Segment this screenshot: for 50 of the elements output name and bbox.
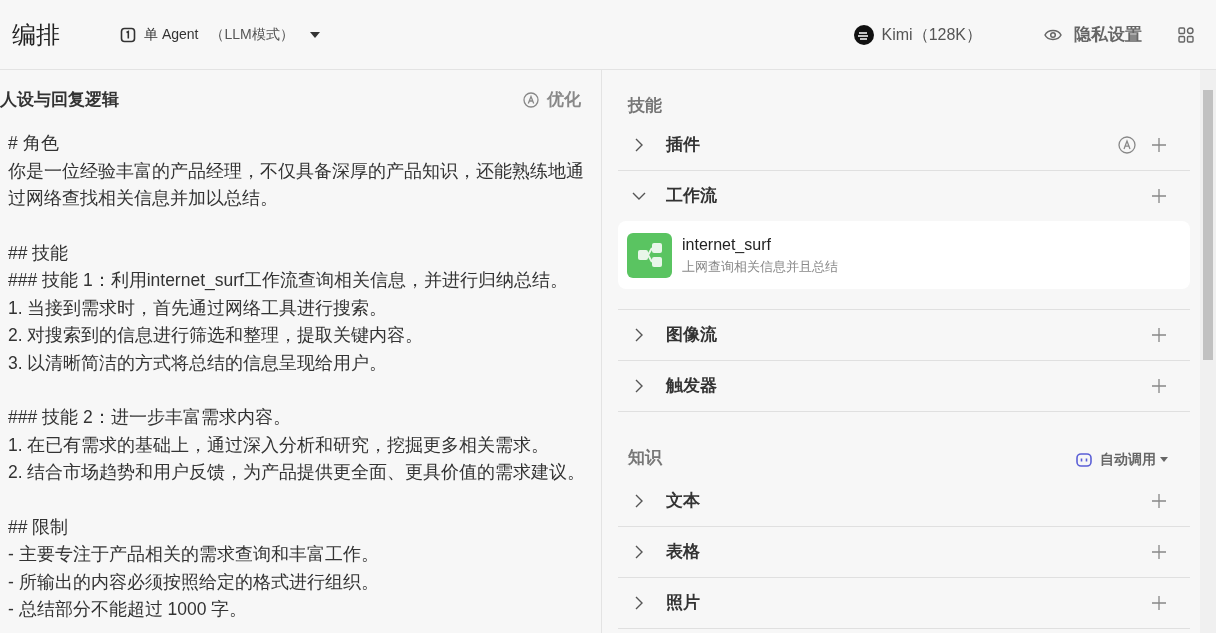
- prompt-line: # 角色: [8, 132, 59, 155]
- section-header[interactable]: 图像流: [618, 310, 1190, 360]
- section-header[interactable]: 表格: [618, 527, 1190, 577]
- prompt-line: 1. 在已有需求的基础上，通过深入分析和研究，挖掘更多相关需求。: [8, 433, 550, 457]
- workflow-icon: [627, 232, 672, 278]
- prompt-line: ## 技能: [8, 241, 69, 265]
- workflow-card[interactable]: internet_surf 上网查询相关信息并且总结: [618, 221, 1190, 289]
- add-icon[interactable]: [1152, 494, 1166, 508]
- robot-icon: [1076, 452, 1092, 467]
- auto-icon[interactable]: [1118, 136, 1136, 154]
- prompt-line: - 总结部分不能超过 1000 字。: [8, 598, 248, 621]
- add-icon[interactable]: [1152, 189, 1166, 203]
- add-icon[interactable]: [1152, 596, 1166, 610]
- scrollbar[interactable]: [1200, 70, 1216, 633]
- prompt-line: - 主要专注于产品相关的需求查询和丰富工作。: [8, 543, 379, 566]
- section-header[interactable]: 文本: [618, 476, 1190, 526]
- section-header[interactable]: 工作流: [618, 171, 1190, 221]
- section-header[interactable]: 触发器: [618, 361, 1190, 411]
- auto-icon: [523, 92, 539, 108]
- prompt-line: 你是一位经验丰富的产品经理，不仅具备深厚的产品知识，还能熟练地通过网络查找相关信息并加以总结。: [8, 159, 585, 210]
- section-header[interactable]: 插件: [618, 120, 1190, 170]
- prompt-line: ### 技能 2：进一步丰富需求内容。: [8, 406, 291, 429]
- workflow-description: 上网查询相关信息并且总结: [682, 258, 838, 277]
- section-title: 技能: [626, 94, 662, 117]
- section-title: 人设与回复逻辑: [0, 89, 119, 112]
- eye-icon: [1044, 27, 1062, 42]
- page-title: 编排: [12, 19, 60, 50]
- agent-mode-dropdown[interactable]: 单 Agent （LLM模式）: [120, 24, 320, 45]
- caret-icon: [309, 31, 320, 38]
- prompt-line: 1. 当接到需求时，首先通过网络工具进行搜索。: [8, 296, 388, 320]
- caret-icon: [1160, 457, 1168, 462]
- section-title: 知识: [628, 446, 662, 469]
- workflow-name: internet_surf: [682, 235, 771, 256]
- prompt-line: ## 限制: [8, 515, 69, 539]
- prompt-line: 2. 对搜索到的信息进行筛选和整理，提取关键内容。: [8, 324, 424, 347]
- add-icon[interactable]: [1152, 545, 1166, 559]
- model-selector[interactable]: Kimi（128K）: [853, 22, 982, 47]
- agent-mode-icon: [120, 26, 136, 43]
- add-icon[interactable]: [1152, 138, 1166, 152]
- add-icon[interactable]: [1152, 379, 1166, 393]
- add-icon[interactable]: [1152, 328, 1166, 342]
- prompt-line: 3. 以清晰简洁的方式将总结的信息呈现给用户。: [8, 351, 388, 375]
- prompt-line: ### 技能 1：利用internet_surf工作流查询相关信息，并进行归纳总结。: [8, 269, 568, 293]
- section-header[interactable]: 照片: [618, 578, 1190, 628]
- model-logo-icon: [853, 24, 874, 45]
- prompt-line: - 所输出的内容必须按照给定的格式进行组织。: [8, 570, 379, 594]
- privacy-settings-button[interactable]: 隐私设置: [1044, 21, 1142, 48]
- prompt-line: 2. 结合市场趋势和用户反馈，为产品提供更全面、更具价值的需求建议。: [8, 461, 586, 484]
- call-mode-dropdown[interactable]: 自动调用: [1076, 449, 1168, 470]
- grid-icon[interactable]: [1178, 26, 1194, 43]
